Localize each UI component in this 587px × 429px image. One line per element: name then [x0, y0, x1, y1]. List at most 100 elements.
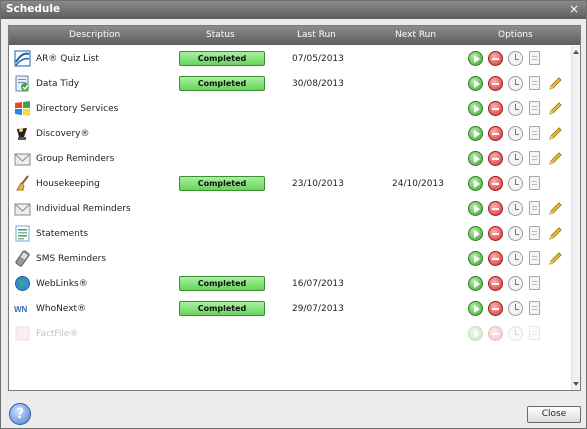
- task-description: Statements: [36, 229, 89, 239]
- column-header-options: Options: [498, 30, 533, 40]
- column-header-description[interactable]: Description: [69, 30, 120, 40]
- log-document-icon[interactable]: [529, 301, 540, 315]
- run-now-icon[interactable]: [468, 301, 483, 316]
- factfile-icon: [14, 325, 31, 342]
- whonext-icon: WN: [14, 300, 31, 317]
- edit-pencil-icon[interactable]: [547, 76, 563, 92]
- run-now-icon[interactable]: [468, 51, 483, 66]
- broom-icon: [14, 175, 31, 192]
- log-document-icon[interactable]: [529, 151, 540, 165]
- log-document-icon[interactable]: [529, 201, 540, 215]
- schedule-clock-icon[interactable]: [508, 126, 523, 141]
- log-document-icon[interactable]: [529, 76, 540, 90]
- table-row[interactable]: Housekeeping Completed 23/10/2013 24/10/201…: [9, 172, 571, 197]
- stop-icon[interactable]: [488, 76, 503, 91]
- log-document-icon[interactable]: [529, 251, 540, 265]
- table-row[interactable]: AR® Quiz List Completed 07/05/2013: [9, 47, 571, 72]
- edit-pencil-icon[interactable]: [547, 251, 563, 267]
- last-run-date: 30/08/2013: [292, 79, 344, 89]
- column-header-status[interactable]: Status: [206, 30, 235, 40]
- last-run-date: 07/05/2013: [292, 54, 344, 64]
- run-now-icon[interactable]: [468, 326, 483, 341]
- last-run-date: 16/07/2013: [292, 279, 344, 289]
- task-description: WhoNext®: [36, 304, 87, 314]
- table-row[interactable]: Individual Reminders: [9, 197, 571, 222]
- svg-text:WN: WN: [14, 305, 28, 314]
- window-title: Schedule: [6, 3, 61, 15]
- envelope-icon: [14, 150, 31, 167]
- run-now-icon[interactable]: [468, 176, 483, 191]
- schedule-clock-icon[interactable]: [508, 151, 523, 166]
- close-icon[interactable]: ×: [567, 2, 581, 16]
- table-row[interactable]: Directory Services: [9, 97, 571, 122]
- edit-pencil-icon[interactable]: [547, 126, 563, 142]
- log-document-icon[interactable]: [529, 226, 540, 240]
- run-now-icon[interactable]: [468, 251, 483, 266]
- schedule-clock-icon[interactable]: [508, 326, 523, 341]
- log-document-icon[interactable]: [529, 51, 540, 65]
- run-now-icon[interactable]: [468, 126, 483, 141]
- stop-icon[interactable]: [488, 201, 503, 216]
- table-row[interactable]: Data Tidy Completed 30/08/2013: [9, 72, 571, 97]
- stop-icon[interactable]: [488, 51, 503, 66]
- schedule-clock-icon[interactable]: [508, 51, 523, 66]
- log-document-icon[interactable]: [529, 176, 540, 190]
- edit-pencil-icon[interactable]: [547, 151, 563, 167]
- task-description: Housekeeping: [36, 179, 100, 189]
- stop-icon[interactable]: [488, 176, 503, 191]
- run-now-icon[interactable]: [468, 276, 483, 291]
- table-row[interactable]: Group Reminders: [9, 147, 571, 172]
- task-description: Group Reminders: [36, 154, 115, 164]
- scroll-up-arrow-icon[interactable]: [573, 50, 579, 54]
- task-description: WebLinks®: [36, 279, 88, 289]
- schedule-clock-icon[interactable]: [508, 201, 523, 216]
- discovery-icon: [14, 125, 31, 142]
- stop-icon[interactable]: [488, 326, 503, 341]
- column-header-last-run[interactable]: Last Run: [297, 30, 336, 40]
- column-header-next-run[interactable]: Next Run: [395, 30, 436, 40]
- mobile-phone-icon: [14, 250, 31, 267]
- scroll-down-arrow-icon[interactable]: [573, 382, 579, 386]
- last-run-date: 23/10/2013: [292, 179, 344, 189]
- stop-icon[interactable]: [488, 226, 503, 241]
- schedule-clock-icon[interactable]: [508, 76, 523, 91]
- run-now-icon[interactable]: [468, 101, 483, 116]
- log-document-icon[interactable]: [529, 101, 540, 115]
- log-document-icon[interactable]: [529, 326, 540, 340]
- table-row[interactable]: SMS Reminders: [9, 247, 571, 272]
- schedule-clock-icon[interactable]: [508, 226, 523, 241]
- schedule-clock-icon[interactable]: [508, 101, 523, 116]
- stop-icon[interactable]: [488, 101, 503, 116]
- run-now-icon[interactable]: [468, 76, 483, 91]
- status-badge: Completed: [179, 51, 265, 66]
- table-row[interactable]: Discovery®: [9, 122, 571, 147]
- log-document-icon[interactable]: [529, 276, 540, 290]
- task-description: Discovery®: [36, 129, 90, 139]
- table-row[interactable]: WebLinks® Completed 16/07/2013: [9, 272, 571, 297]
- status-badge: Completed: [179, 276, 265, 291]
- edit-pencil-icon[interactable]: [547, 201, 563, 217]
- schedule-clock-icon[interactable]: [508, 276, 523, 291]
- table-row[interactable]: Statements: [9, 222, 571, 247]
- run-now-icon[interactable]: [468, 151, 483, 166]
- stop-icon[interactable]: [488, 301, 503, 316]
- stop-icon[interactable]: [488, 126, 503, 141]
- task-description: SMS Reminders: [36, 254, 107, 264]
- stop-icon[interactable]: [488, 251, 503, 266]
- log-document-icon[interactable]: [529, 126, 540, 140]
- edit-pencil-icon[interactable]: [547, 226, 563, 242]
- help-icon[interactable]: ?: [9, 403, 31, 425]
- edit-pencil-icon[interactable]: [547, 101, 563, 117]
- schedule-clock-icon[interactable]: [508, 301, 523, 316]
- run-now-icon[interactable]: [468, 226, 483, 241]
- schedule-clock-icon[interactable]: [508, 251, 523, 266]
- schedule-clock-icon[interactable]: [508, 176, 523, 191]
- run-now-icon[interactable]: [468, 201, 483, 216]
- table-row[interactable]: WN WhoNext® Completed 29/07/2013: [9, 297, 571, 322]
- stop-icon[interactable]: [488, 151, 503, 166]
- vertical-scrollbar[interactable]: [571, 46, 580, 390]
- schedule-window: Schedule × Description Status Last Run N…: [0, 0, 587, 429]
- close-button[interactable]: Close: [527, 406, 581, 423]
- table-row[interactable]: FactFile®: [9, 322, 571, 347]
- stop-icon[interactable]: [488, 276, 503, 291]
